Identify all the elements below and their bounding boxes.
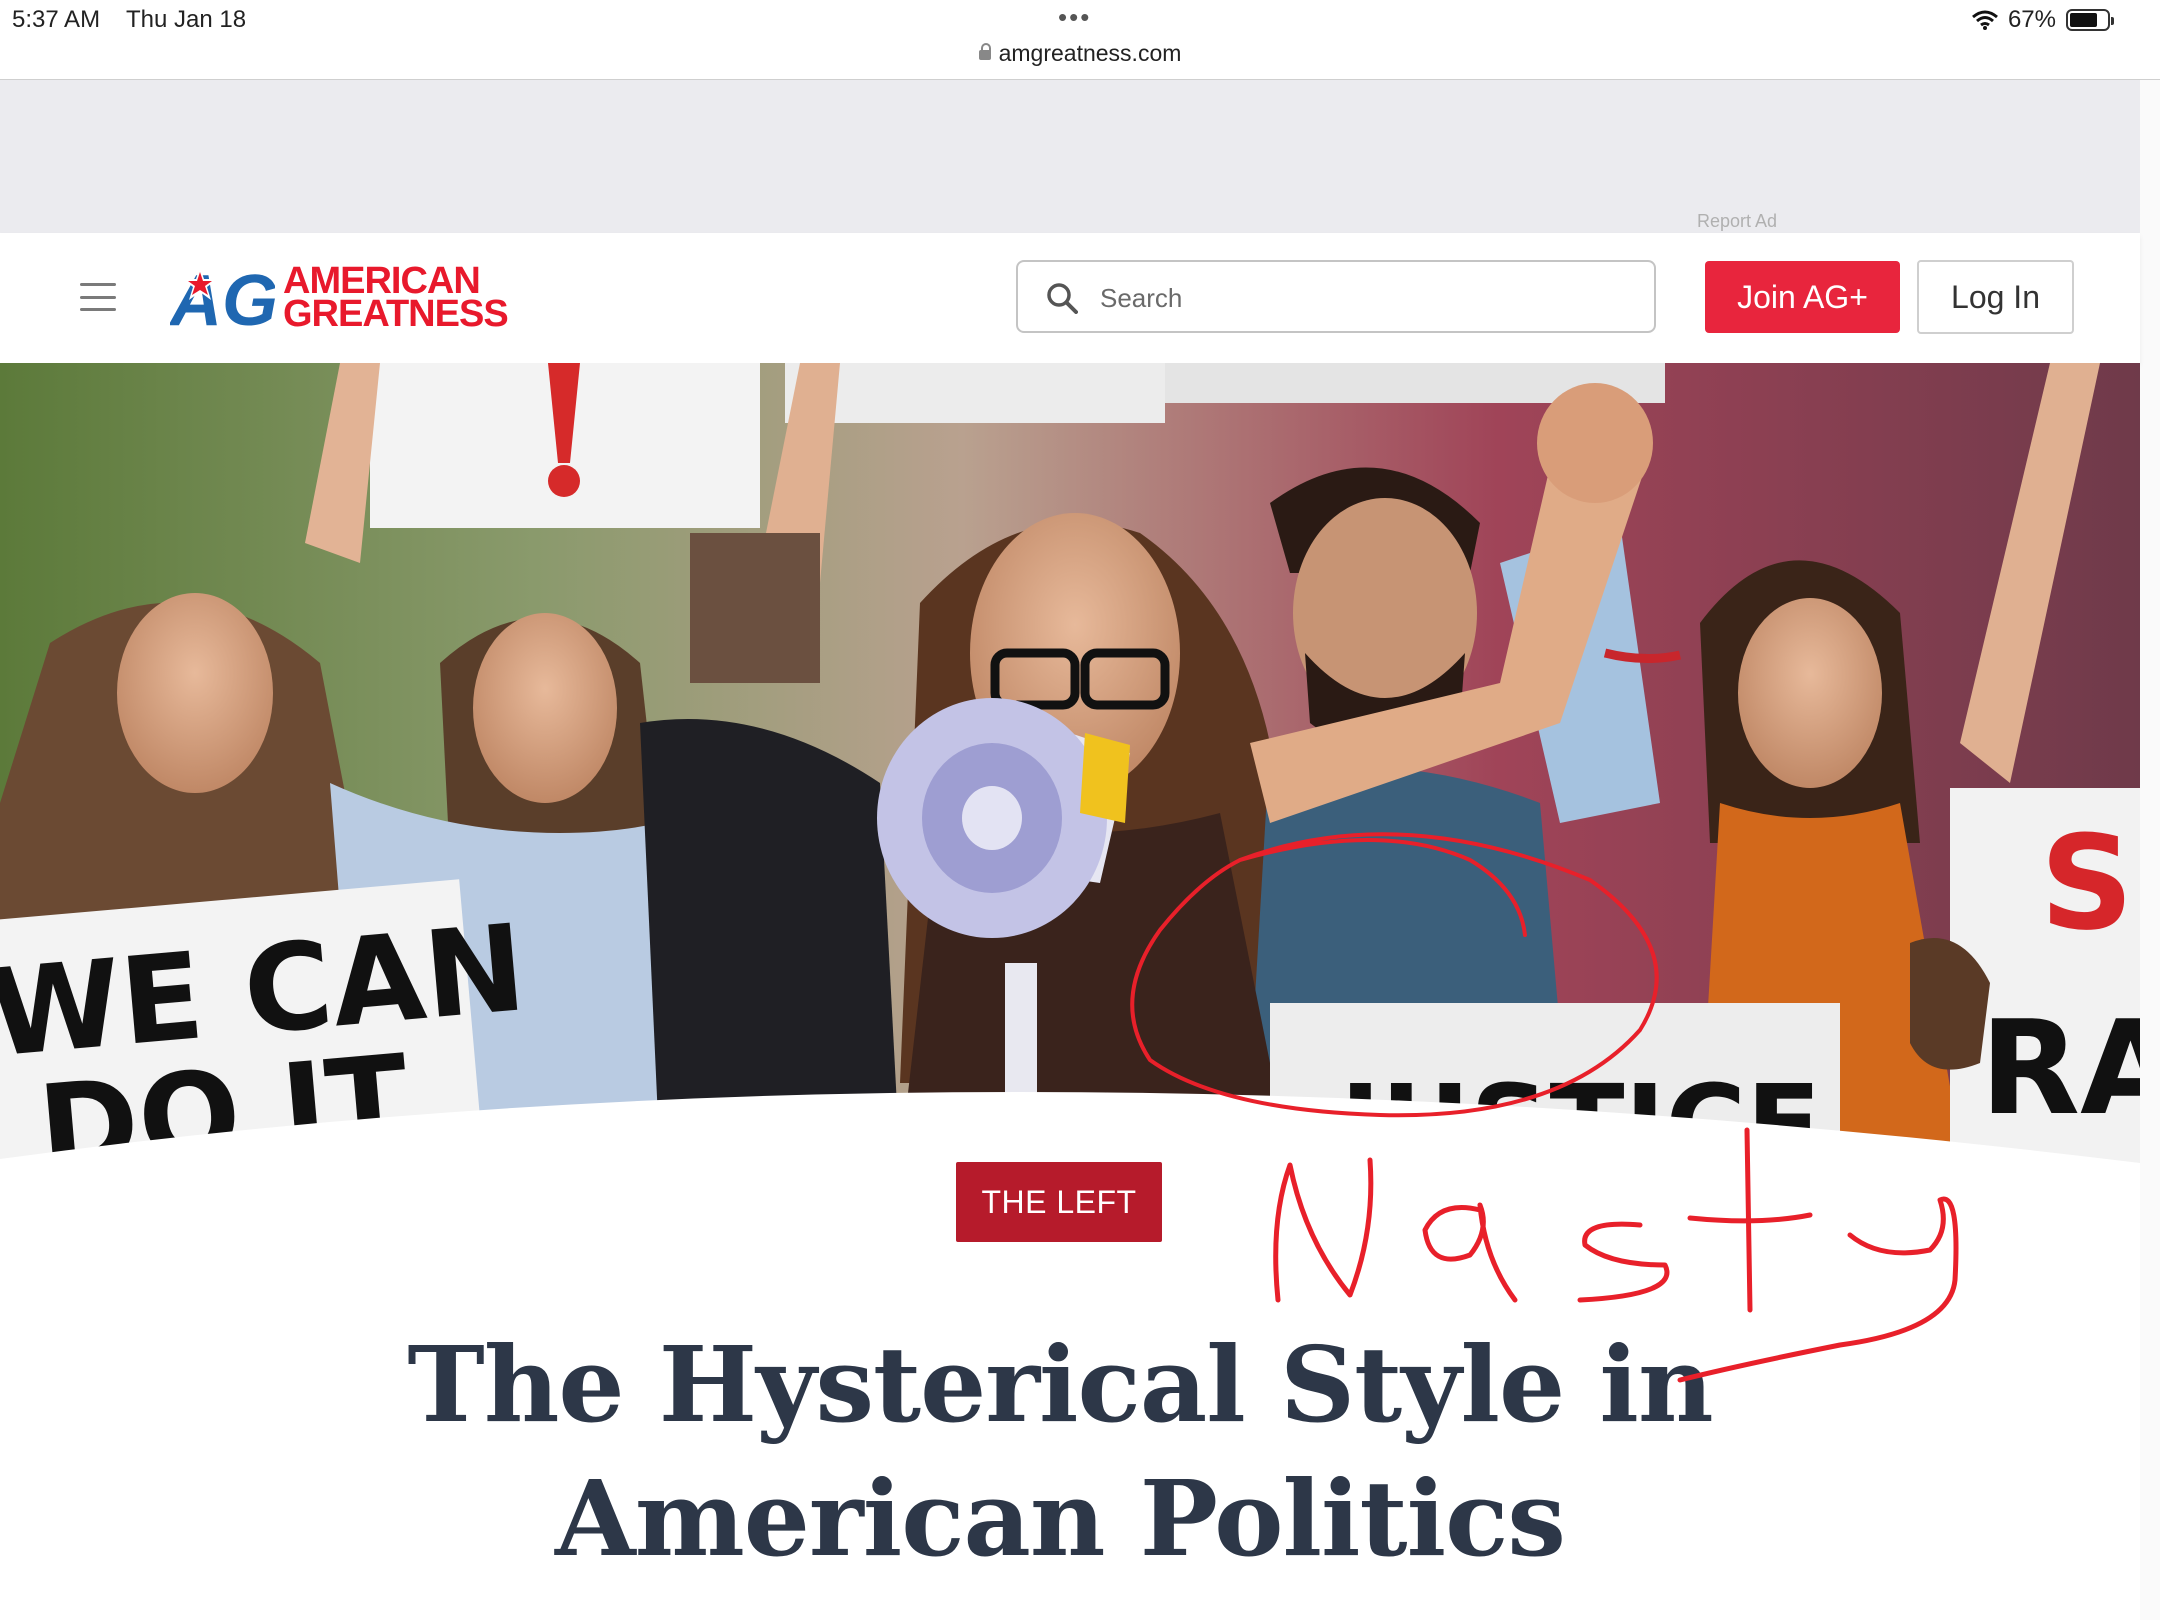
battery-icon	[2066, 9, 2114, 31]
login-button[interactable]: Log In	[1917, 260, 2074, 334]
protest-photo: WE CAN DO IT JUSTICE S RA	[0, 363, 2140, 1163]
search-icon	[1047, 283, 1078, 314]
site-logo[interactable]: AG AMERICAN GREATNESS	[170, 262, 509, 335]
search-box[interactable]	[1016, 260, 1656, 333]
hero-image: WE CAN DO IT JUSTICE S RA	[0, 363, 2140, 1163]
join-ag-plus-button[interactable]: Join AG+	[1705, 261, 1900, 333]
page-edge	[2140, 80, 2160, 1620]
ad-banner	[0, 80, 2140, 233]
site-header: AG AMERICAN GREATNESS Join AG+ Log In	[0, 233, 2140, 363]
ag-logo-mark: AG	[170, 263, 275, 333]
url-text: amgreatness.com	[998, 40, 1182, 66]
protest-sign-top-center	[785, 363, 1165, 423]
article-title-line-2: American Politics	[555, 1457, 1566, 1580]
logo-line-2: GREATNESS	[283, 293, 509, 335]
lock-icon	[978, 43, 991, 60]
battery-percent: 67%	[2007, 6, 2056, 33]
sign-right-red-text: S	[2040, 807, 2134, 959]
sign-right-black-text: RA	[1980, 992, 2140, 1144]
status-time: 5:37 AM	[12, 6, 101, 33]
report-ad-link[interactable]: Report Ad	[1697, 211, 1777, 232]
search-input[interactable]	[1098, 272, 1622, 324]
logo-wordmark: AMERICAN GREATNESS	[283, 262, 509, 335]
wifi-icon	[1971, 10, 1998, 30]
article-title: The Hysterical Style in American Politic…	[0, 1318, 2120, 1586]
svg-text:AG: AG	[170, 263, 275, 333]
menu-icon[interactable]	[80, 283, 116, 311]
status-bar: 5:37 AM Thu Jan 18 ••• amgreatness.com 6…	[0, 0, 2160, 80]
status-date: Thu Jan 18	[126, 6, 247, 33]
category-tag[interactable]: THE LEFT	[956, 1162, 1162, 1242]
multitask-dots-icon[interactable]: •••	[1058, 2, 1091, 33]
address-bar[interactable]: amgreatness.com	[0, 40, 2160, 67]
status-indicators: 67%	[1971, 6, 2114, 34]
article-title-line-1: The Hysterical Style in	[407, 1323, 1713, 1446]
